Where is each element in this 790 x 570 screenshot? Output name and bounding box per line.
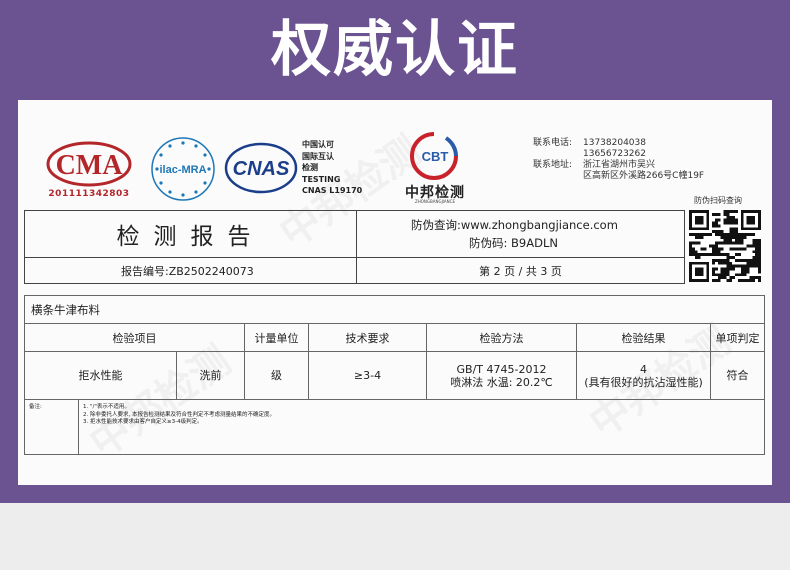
svg-text:CMA: CMA [56,150,124,181]
note-line: 2. 除非委托人要求, 本报告检测结果及符合性判定不考虑测量结果的不确定度。 [83,411,275,418]
method-cell: GB/T 4745-2012 喷淋法 水温: 20.2℃ [426,351,577,400]
cnas-cert-text: 中国认可 国际互认 检测 TESTING CNAS L19170 [302,139,362,197]
condition-cell: 洗前 [176,351,245,400]
svg-text:CNAS: CNAS [233,158,290,180]
contact-info: 联系电话: 13738204038 13656723262 联系地址: 浙江省湖州市… [533,138,704,182]
method-standard: GB/T 4745-2012 [456,362,547,376]
phone-number: 13738204038 [583,138,646,148]
cbt-subtitle: ZHONGBANGJIANCE [415,199,455,204]
note-line: 1. "/"表示不适用。 [83,404,130,410]
code-label: 防伪码: [469,236,508,250]
qr-caption: 防伪扫码查询 [694,196,742,205]
anti-fake-info: 防伪查询:www.zhongbangjiance.com 防伪码: B9ADLN [356,210,685,258]
header-cell: 计量单位 [244,323,309,352]
cert-line: 中国认可 [302,140,334,149]
header-cell: 检验方法 [426,323,577,352]
results-table: 横条牛津布料 检验项目 计量单位 技术要求 检验方法 检验结果 单项判定 拒水性… [24,295,765,455]
fabric-name: 横条牛津布料 [24,295,765,324]
address-label: 联系地址: [533,160,573,170]
notes-content: 1. "/"表示不适用。 2. 除非委托人要求, 本报告检测结果及符合性判定不考… [78,399,765,455]
footer-band [0,503,790,570]
svg-text:ilac-MRA: ilac-MRA [159,164,206,176]
report-no-value: ZB2502240073 [168,264,254,278]
anti-fake-code: B9ADLN [511,236,558,250]
item-cell: 拒水性能 [24,351,177,400]
cert-line: TESTING [302,174,341,184]
report-title: 检测报告 [24,210,357,258]
result-description: (具有很好的抗沾湿性能) [584,375,703,389]
header-cell: 单项判定 [710,323,765,352]
cert-line: 检测 [302,163,318,172]
result-value: 4 [640,362,647,376]
qr-code-icon[interactable] [689,210,761,282]
requirement-cell: ≥3-4 [308,351,427,400]
header-cell: 检验结果 [576,323,711,352]
report-number: 报告编号:ZB2502240073 [24,257,357,284]
phone-label: 联系电话: [533,138,573,148]
report-document: 中邦检测 中邦检测 中邦检测 CMA 201111342803 ilac-MRA… [18,100,772,485]
verdict-cell: 符合 [710,351,765,400]
report-no-label: 报告编号: [121,264,169,278]
svg-text:CBT: CBT [422,149,449,164]
ilac-mra-icon: ilac-MRA [151,137,215,201]
cbt-globe-icon: CBT [410,132,458,180]
table-row: 拒水性能 洗前 级 ≥3-4 GB/T 4745-2012 喷淋法 水温: 20… [24,351,765,400]
query-url[interactable]: www.zhongbangjiance.com [461,218,618,232]
header-cell: 技术要求 [308,323,427,352]
report-header-table: 检测报告 防伪查询:www.zhongbangjiance.com 防伪码: B… [24,210,685,284]
cert-line: CNAS L19170 [302,186,363,195]
notes-label: 备注: [24,399,79,455]
method-detail: 喷淋法 水温: 20.2℃ [450,375,553,389]
note-line: 3. 拒水性能技术要求由客户自定义≥3-4级判定。 [83,419,203,425]
banner-title: 权威认证 [271,15,519,85]
cnas-logo-icon: CNAS [224,142,298,194]
unit-cell: 级 [244,351,309,400]
header-cell: 检验项目 [24,323,245,352]
phone-number: 13656723262 [583,149,646,159]
page-info: 第 2 页 / 共 3 页 [356,257,685,284]
cert-line: 国际互认 [302,151,334,161]
address-line: 区高新区外溪路266号C幢19F [583,171,705,181]
address-line: 浙江省湖州市吴兴 [583,160,656,170]
result-cell: 4 (具有很好的抗沾湿性能) [576,351,711,400]
cma-code: 201111342803 [48,189,130,199]
query-label: 防伪查询: [411,218,461,232]
